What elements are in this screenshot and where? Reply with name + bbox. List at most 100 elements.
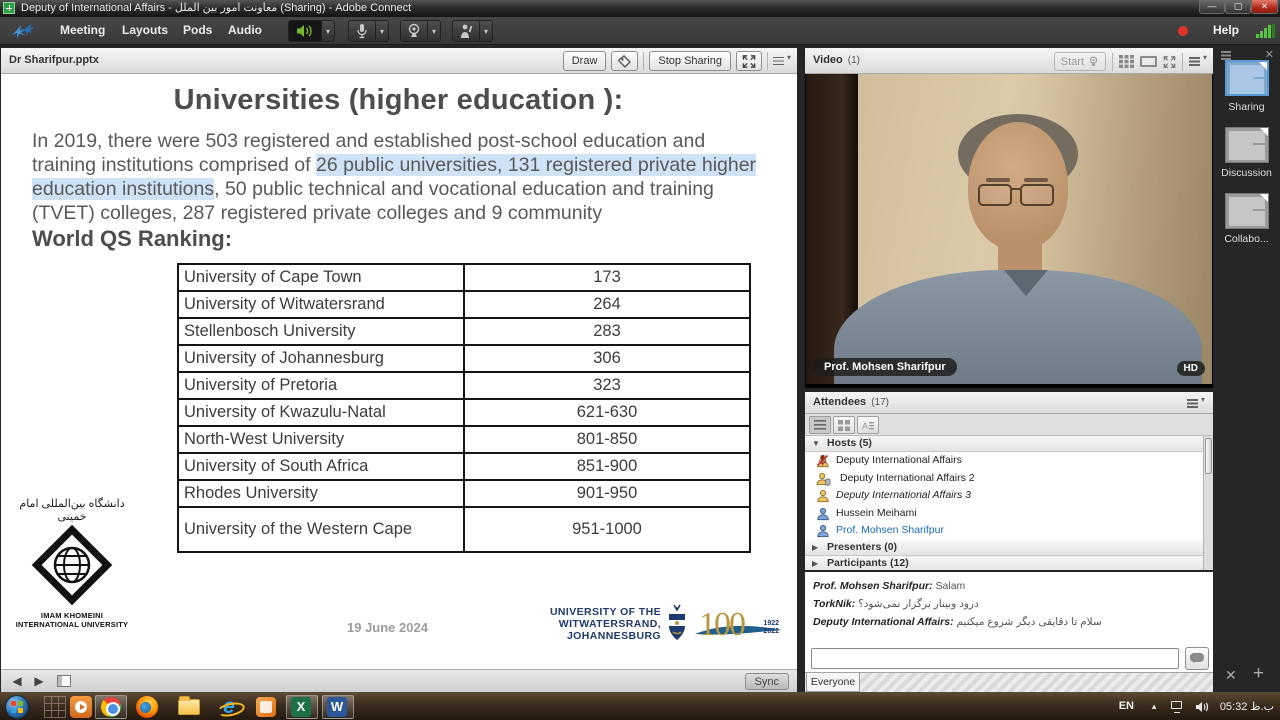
taskbar-chrome-icon[interactable]	[101, 697, 121, 717]
microphone-dropdown[interactable]: ▾	[376, 20, 389, 42]
attendee-row[interactable]: Deputy International Affairs 3	[805, 487, 1213, 505]
layout-sharing-thumbnail[interactable]	[1225, 60, 1269, 96]
menu-meeting[interactable]: Meeting	[60, 23, 105, 37]
menu-pods[interactable]: Pods	[183, 23, 212, 37]
maximize-button[interactable]: ▢	[1225, 0, 1251, 14]
attendee-row-selected[interactable]: Prof. Mohsen Sharifpur	[805, 522, 1213, 540]
start-webcam-button[interactable]: Start	[1054, 52, 1106, 71]
start-button[interactable]	[5, 695, 29, 719]
layout-collaboration-label[interactable]: Collabo...	[1213, 233, 1280, 245]
help-menu[interactable]: Help	[1213, 23, 1239, 37]
previous-slide-button[interactable]: ◀	[9, 674, 25, 689]
taskbar-excel-icon[interactable]: X	[291, 697, 311, 717]
attendee-avatar-icon	[816, 524, 830, 538]
stop-sharing-button[interactable]: Stop Sharing	[649, 51, 731, 71]
highlighted-text: 26 public universities, 131 registered p…	[316, 154, 756, 176]
chat-sender: TorkNik:	[813, 598, 855, 610]
speaker-button[interactable]	[288, 20, 322, 42]
layout-collaboration-thumbnail[interactable]	[1225, 193, 1269, 229]
table-row: North-West University801-850	[178, 426, 750, 453]
layout-discussion-label[interactable]: Discussion	[1213, 167, 1280, 179]
ranking-table: University of Cape Town173 University of…	[177, 263, 751, 553]
volume-icon[interactable]	[1195, 701, 1210, 713]
video-pod-menu[interactable]	[1189, 56, 1207, 67]
chat-sender: Deputy International Affairs:	[813, 616, 954, 628]
chat-input[interactable]	[811, 648, 1179, 669]
ikiu-emblem-icon	[31, 524, 113, 606]
university-cell: Rhodes University	[178, 480, 464, 507]
grid-view-icon[interactable]	[1119, 55, 1134, 68]
taskbar-firefox-icon[interactable]	[136, 696, 158, 718]
chat-message: Deputy International Affairs: سلام تا دق…	[813, 614, 1205, 632]
taskbar-app-grid-icon[interactable]	[44, 696, 66, 718]
hosts-group-row[interactable]: ▼ Hosts (5)	[805, 436, 1213, 452]
host-avatar-icon	[816, 489, 830, 503]
breakout-view-button[interactable]	[833, 416, 855, 434]
taskbar-explorer-icon[interactable]	[178, 699, 200, 715]
slide: Universities (higher education ): In 201…	[1, 74, 796, 669]
menu-layouts[interactable]: Layouts	[122, 23, 168, 37]
video-pod: Video(1) Start	[805, 48, 1213, 388]
taskbar-media-player-icon[interactable]	[70, 696, 92, 718]
attendees-pod: Attendees(17) A ▼ Hosts (5) Deputy Inter…	[805, 392, 1213, 570]
sidebar-toggle-icon[interactable]	[57, 675, 71, 687]
attendees-list: ▼ Hosts (5) Deputy International Affairs…	[805, 436, 1213, 570]
taskbar-word-icon[interactable]: W	[327, 697, 347, 717]
microphone-button[interactable]	[348, 20, 376, 42]
add-layout-icon[interactable]: +	[1253, 663, 1264, 685]
raise-hand-dropdown[interactable]: ▾	[480, 20, 493, 42]
taskbar-internet-explorer-icon[interactable]: e	[218, 696, 240, 718]
minimize-button[interactable]: —	[1199, 0, 1225, 14]
next-slide-button[interactable]: ▶	[31, 674, 47, 689]
share-pod-footer: ◀ ▶ Sync	[1, 669, 797, 692]
taskbar-clock[interactable]: 05:32 ب.ظ	[1220, 700, 1274, 713]
attendee-row[interactable]: Deputy International Affairs	[805, 452, 1213, 470]
layout-discussion-thumbnail[interactable]	[1225, 127, 1269, 163]
tab-everyone[interactable]: Everyone	[806, 673, 860, 692]
send-message-button[interactable]	[1185, 647, 1209, 670]
pointer-button[interactable]	[611, 51, 638, 71]
hidden-icons-arrow[interactable]: ▲	[1150, 702, 1158, 711]
chat-message: TorkNik: درود وبینار برگزار نمی‌شود؟	[813, 596, 1205, 614]
rank-cell: 801-850	[464, 426, 750, 453]
raise-hand-button[interactable]	[452, 20, 480, 42]
filmstrip-view-icon[interactable]	[1140, 55, 1157, 68]
connection-signal-icon[interactable]	[1256, 24, 1276, 38]
paragraph-text: (TVET) colleges, 287 registered private …	[32, 202, 602, 224]
video-pod-title: Video	[813, 54, 843, 66]
language-indicator[interactable]: EN	[1119, 700, 1134, 712]
fullscreen-button[interactable]	[736, 51, 762, 71]
sync-button[interactable]: Sync	[745, 673, 789, 690]
expand-caret-icon: ▶	[812, 556, 818, 571]
window-title: Deputy of International Affairs - معاونت…	[21, 1, 411, 14]
list-view-button[interactable]	[809, 416, 831, 434]
network-icon[interactable]	[1171, 701, 1186, 713]
speaker-dropdown[interactable]: ▾	[322, 20, 335, 42]
university-cell: University of Cape Town	[178, 264, 464, 291]
layout-sharing-label[interactable]: Sharing	[1213, 101, 1280, 113]
remove-layout-icon[interactable]: ✕	[1225, 667, 1237, 684]
video-fullscreen-icon[interactable]	[1163, 56, 1176, 68]
attendee-row[interactable]: Hussein Meihami	[805, 505, 1213, 523]
speaker-icon	[296, 24, 314, 38]
participants-group-row[interactable]: ▶ Participants (12)	[805, 556, 1213, 571]
share-pod: Dr Sharifpur.pptx Draw Stop Sharing Univ…	[1, 48, 797, 692]
share-pod-menu[interactable]	[773, 56, 791, 67]
webcam-dropdown[interactable]: ▾	[428, 20, 441, 42]
draw-button[interactable]: Draw	[563, 51, 607, 71]
attendees-scrollbar[interactable]	[1203, 436, 1213, 570]
video-pod-header: Video(1) Start	[805, 48, 1213, 74]
expand-caret-icon: ▶	[812, 540, 818, 555]
menu-audio[interactable]: Audio	[228, 23, 262, 37]
attendee-row[interactable]: Deputy International Affairs 2	[805, 470, 1213, 488]
rank-cell: 901-950	[464, 480, 750, 507]
presenters-group-row[interactable]: ▶ Presenters (0)	[805, 540, 1213, 556]
centenary-number: 100	[699, 606, 744, 644]
taskbar-office-icon[interactable]	[256, 697, 276, 717]
webcam-button[interactable]	[400, 20, 428, 42]
taskbar: e X W EN ▲ 05:32 ب.ظ	[0, 692, 1280, 720]
attendees-pod-menu[interactable]	[1187, 398, 1205, 409]
status-view-button[interactable]: A	[857, 416, 879, 434]
close-button[interactable]: ✕	[1251, 0, 1278, 14]
ikiu-calligraphy: دانشگاه بین‌المللی امام خمینی	[12, 498, 132, 524]
